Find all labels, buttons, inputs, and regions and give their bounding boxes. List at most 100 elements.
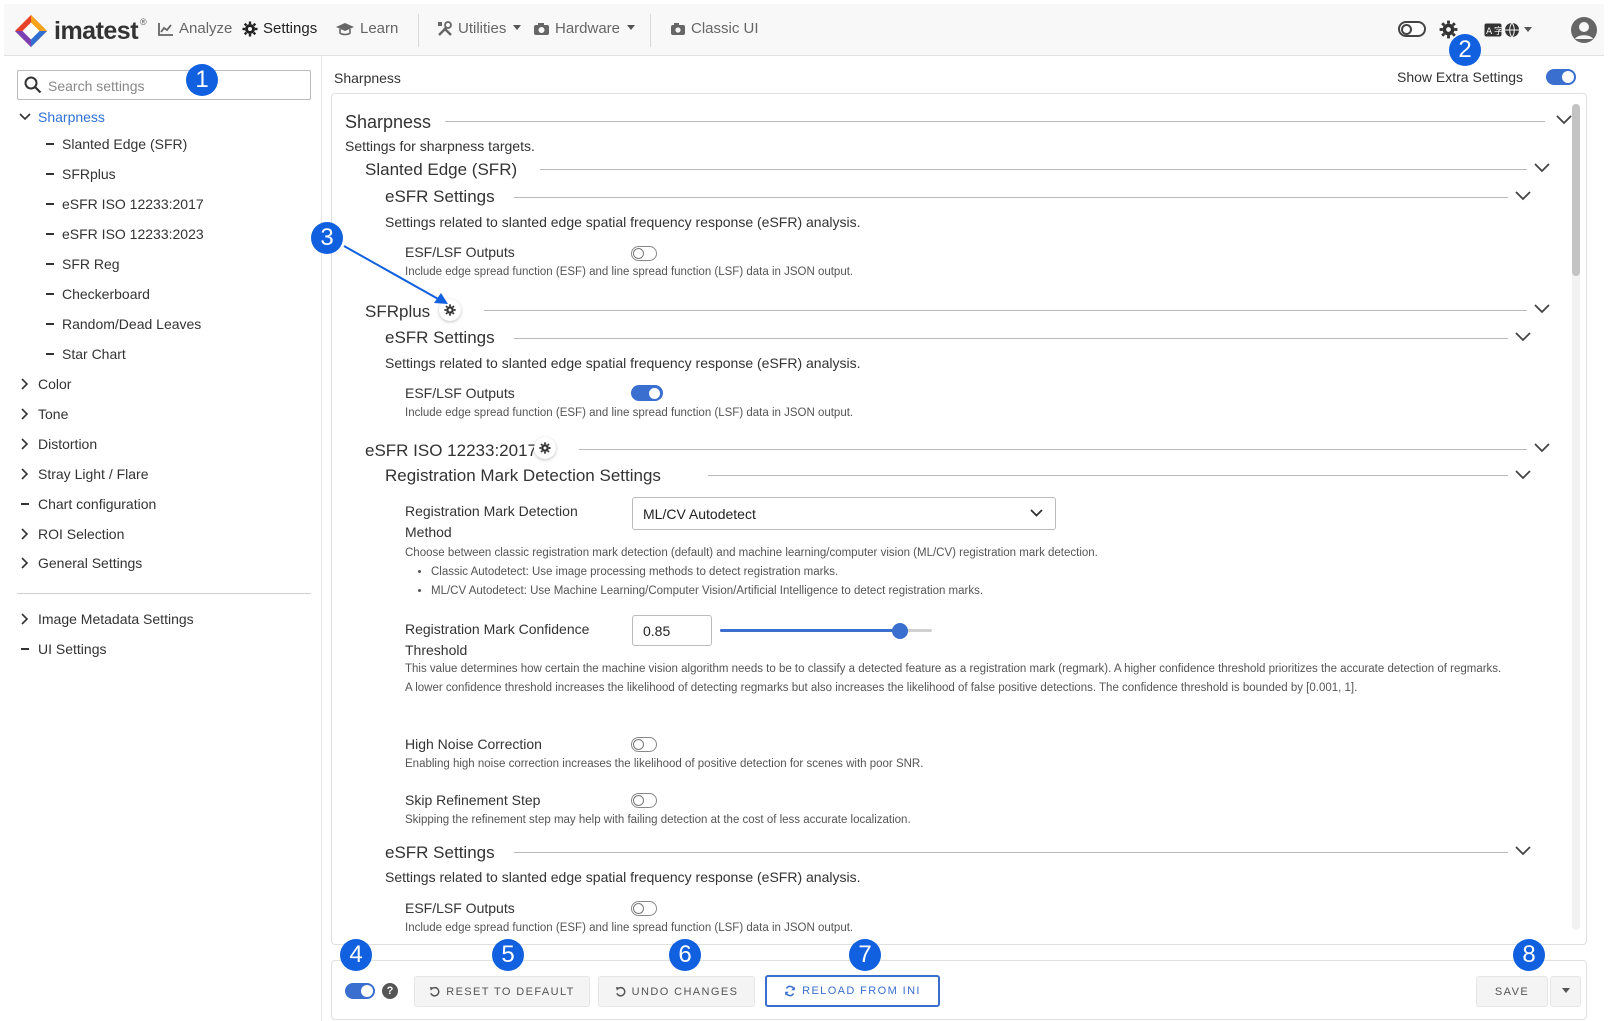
sidebar-item-sfr-reg[interactable]: SFR Reg (46, 256, 120, 272)
section-title-esfr-settings: eSFR Settings (385, 187, 495, 206)
sidebar-item-color[interactable]: Color (18, 376, 71, 392)
tree-dash (46, 233, 54, 235)
settings-footer-toolbar: ? RESET TO DEFAULT UNDO CHANGES RELOAD F… (331, 960, 1587, 1020)
save-label: SAVE (1494, 985, 1530, 998)
sidebar-item-distortion[interactable]: Distortion (18, 436, 97, 452)
save-options-button[interactable] (1550, 976, 1581, 1007)
chevron-down-icon[interactable] (1515, 846, 1531, 856)
tree-dash (46, 293, 54, 295)
sidebar-item-label: General Settings (38, 555, 143, 571)
skip-refinement-toggle[interactable] (631, 793, 657, 808)
language-menu[interactable]: A字 (1484, 22, 1532, 38)
slider-fill (720, 629, 901, 632)
annotation-badge-5: 5 (492, 939, 524, 971)
theme-toggle-icon[interactable] (1398, 21, 1426, 37)
nav-hardware[interactable]: Hardware (533, 20, 636, 37)
sidebar-item-general-settings[interactable]: General Settings (18, 555, 142, 571)
sidebar-item-label: Checkerboard (62, 286, 150, 302)
nav-analyze[interactable]: Analyze (158, 20, 232, 37)
regmark-method-help: Choose between classic registration mark… (405, 547, 1098, 559)
sidebar-item-sfrplus[interactable]: SFRplus (46, 166, 116, 182)
undo-changes-button[interactable]: UNDO CHANGES (598, 976, 755, 1007)
confidence-threshold-value: 0.85 (643, 623, 671, 639)
tree-dash (46, 173, 54, 175)
annotation-badge-8: 8 (1513, 939, 1545, 971)
sidebar-item-stray-light[interactable]: Stray Light / Flare (18, 466, 149, 482)
esf-lsf-outputs-toggle[interactable] (631, 246, 657, 261)
esf-lsf-outputs-label: ESF/LSF Outputs (405, 385, 515, 401)
reload-from-ini-button[interactable]: RELOAD FROM INI (765, 975, 940, 1007)
chevron-down-icon[interactable] (1534, 163, 1550, 173)
section-title-sharpness: Sharpness (345, 112, 432, 132)
imatest-logo[interactable]: imatest ® (14, 14, 147, 48)
classic-ui-icon (671, 22, 685, 35)
chevron-down-icon[interactable] (1515, 191, 1531, 201)
undo-icon (615, 986, 626, 997)
settings-panel: Sharpness Settings for sharpness targets… (331, 93, 1587, 945)
sidebar-item-sharpness[interactable]: Sharpness (18, 109, 105, 125)
sidebar-item-esfr-2017[interactable]: eSFR ISO 12233:2017 (46, 196, 204, 212)
nav-learn[interactable]: Learn (335, 20, 398, 37)
nav-divider (418, 14, 419, 47)
chevron-right-icon (18, 528, 32, 540)
regmark-method-options: Classic Autodetect: Use image processing… (431, 563, 983, 600)
confidence-threshold-input[interactable]: 0.85 (632, 615, 712, 646)
regmark-method-select[interactable]: ML/CV Autodetect (632, 497, 1056, 530)
nav-settings[interactable]: Settings (242, 20, 317, 37)
nav-learn-label: Learn (360, 20, 399, 37)
scrollbar-thumb[interactable] (1572, 104, 1580, 276)
search-input[interactable]: Search settings (17, 70, 311, 100)
show-extra-settings-toggle[interactable] (1546, 69, 1576, 85)
section-title-esfr-settings: eSFR Settings (385, 328, 495, 347)
sidebar-item-label: Distortion (38, 436, 98, 452)
user-avatar-icon[interactable] (1570, 16, 1598, 44)
annotation-arrow (343, 245, 448, 304)
chevron-down-icon[interactable] (1515, 470, 1531, 480)
nav-utilities[interactable]: Utilities (437, 20, 522, 37)
section-settings-button[interactable] (534, 437, 556, 459)
esf-lsf-outputs-help: Include edge spread function (ESF) and l… (405, 407, 854, 419)
sidebar-item-esfr-2023[interactable]: eSFR ISO 12233:2023 (46, 226, 204, 242)
confidence-threshold-slider[interactable] (720, 623, 932, 639)
sidebar-item-label: SFRplus (62, 166, 116, 182)
skip-refinement-help: Skipping the refinement step may help wi… (405, 814, 911, 826)
sidebar-item-roi-selection[interactable]: ROI Selection (18, 526, 124, 542)
chevron-down-icon[interactable] (1556, 115, 1572, 125)
nav-classic-ui[interactable]: Classic UI (670, 20, 759, 37)
sidebar-item-random-dead-leaves[interactable]: Random/Dead Leaves (46, 316, 201, 332)
skip-refinement-label: Skip Refinement Step (405, 792, 541, 808)
scrollbar[interactable] (1572, 104, 1580, 930)
esf-lsf-outputs-toggle[interactable] (631, 385, 663, 401)
sidebar-item-tone[interactable]: Tone (18, 406, 68, 422)
sidebar-item-ui-settings[interactable]: UI Settings (18, 641, 106, 657)
sidebar-item-checkerboard[interactable]: Checkerboard (46, 286, 150, 302)
sidebar-item-slanted-edge[interactable]: Slanted Edge (SFR) (46, 136, 187, 152)
sidebar-item-chart-configuration[interactable]: Chart configuration (18, 496, 156, 512)
chevron-down-icon[interactable] (1515, 332, 1531, 342)
reload-icon (785, 985, 795, 997)
slider-handle[interactable] (892, 623, 909, 639)
help-icon[interactable]: ? (382, 983, 398, 999)
undo-changes-label: UNDO CHANGES (631, 985, 739, 998)
nav-utilities-label: Utilities (458, 20, 507, 37)
sidebar-item-star-chart[interactable]: Star Chart (46, 346, 126, 362)
reset-to-default-button[interactable]: RESET TO DEFAULT (414, 976, 590, 1007)
sidebar-item-label: SFR Reg (62, 256, 120, 272)
search-placeholder: Search settings (48, 78, 145, 94)
gear-icon (242, 21, 258, 36)
tree-dash (46, 323, 54, 325)
section-title-slanted-edge: Slanted Edge (SFR) (365, 160, 518, 179)
annotation-badge-6: 6 (669, 939, 701, 971)
nav-settings-label: Settings (263, 20, 318, 37)
chevron-down-icon[interactable] (1534, 443, 1550, 453)
tree-dash (46, 263, 54, 265)
high-noise-correction-toggle[interactable] (631, 737, 657, 752)
annotation-badge-4: 4 (340, 939, 372, 971)
sidebar-item-image-metadata[interactable]: Image Metadata Settings (18, 611, 194, 627)
auto-apply-toggle[interactable] (345, 983, 375, 999)
reset-to-default-label: RESET TO DEFAULT (446, 985, 575, 998)
save-button[interactable]: SAVE (1476, 976, 1548, 1007)
sidebar-item-label: Tone (38, 406, 69, 422)
chevron-down-icon[interactable] (1534, 304, 1550, 314)
esf-lsf-outputs-toggle[interactable] (631, 901, 657, 916)
